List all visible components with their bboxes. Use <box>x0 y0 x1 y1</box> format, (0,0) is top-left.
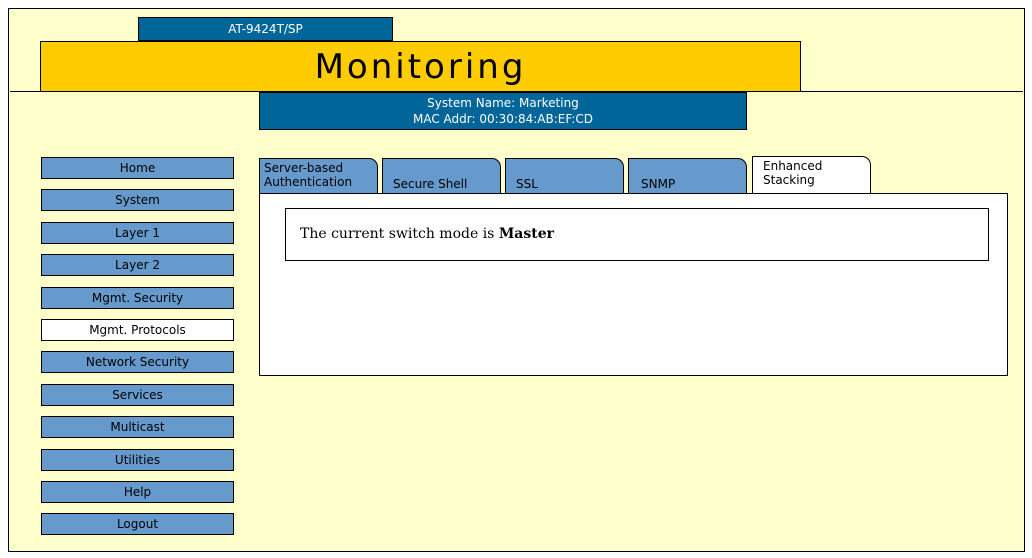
switch-mode-value: Master <box>498 226 555 242</box>
nav-multicast-button[interactable]: Multicast <box>41 416 234 439</box>
tab-enhanced-stacking[interactable]: Enhanced Stacking <box>752 156 871 194</box>
sidebar-nav: Home System Layer 1 Layer 2 Mgmt. Securi… <box>41 157 235 546</box>
content-panel: The current switch mode is Master <box>259 193 1008 376</box>
nav-mgmt-security-button[interactable]: Mgmt. Security <box>41 286 234 309</box>
nav-network-security-button[interactable]: Network Security <box>41 351 234 374</box>
nav-home-button[interactable]: Home <box>41 157 234 179</box>
system-name: System Name: Marketing <box>427 96 579 110</box>
mac-address: MAC Addr: 00:30:84:AB:EF:CD <box>413 112 593 126</box>
tab-bar: Server-based Authentication Secure Shell… <box>259 156 879 194</box>
tab-label-line1: Enhanced <box>763 159 823 173</box>
switch-mode-text: The current switch mode is <box>300 226 499 242</box>
nav-layer1-button[interactable]: Layer 1 <box>41 221 234 244</box>
tab-label: SSL <box>516 177 538 191</box>
tab-label: Secure Shell <box>393 177 468 191</box>
nav-layer2-button[interactable]: Layer 2 <box>41 254 234 277</box>
tab-label-line2: Authentication <box>264 175 353 189</box>
nav-system-button[interactable]: System <box>41 189 234 212</box>
nav-mgmt-protocols-button[interactable]: Mgmt. Protocols <box>41 318 234 341</box>
nav-help-button[interactable]: Help <box>41 480 234 503</box>
nav-services-button[interactable]: Services <box>41 383 234 406</box>
tab-server-based-authentication[interactable]: Server-based Authentication <box>259 158 378 194</box>
tab-label-line1: Server-based <box>264 161 344 175</box>
page-title: Monitoring <box>40 41 801 92</box>
nav-logout-button[interactable]: Logout <box>41 513 234 536</box>
system-info: System Name: Marketing MAC Addr: 00:30:8… <box>259 92 747 130</box>
nav-utilities-button[interactable]: Utilities <box>41 448 234 471</box>
tab-label-line2: Stacking <box>763 173 815 187</box>
tab-ssl[interactable]: SSL <box>505 158 624 194</box>
tab-secure-shell[interactable]: Secure Shell <box>382 158 501 194</box>
tab-label: SNMP <box>641 177 676 191</box>
tab-snmp[interactable]: SNMP <box>628 158 747 194</box>
switch-mode-box: The current switch mode is Master <box>285 208 989 261</box>
model-label: AT-9424T/SP <box>138 17 393 41</box>
